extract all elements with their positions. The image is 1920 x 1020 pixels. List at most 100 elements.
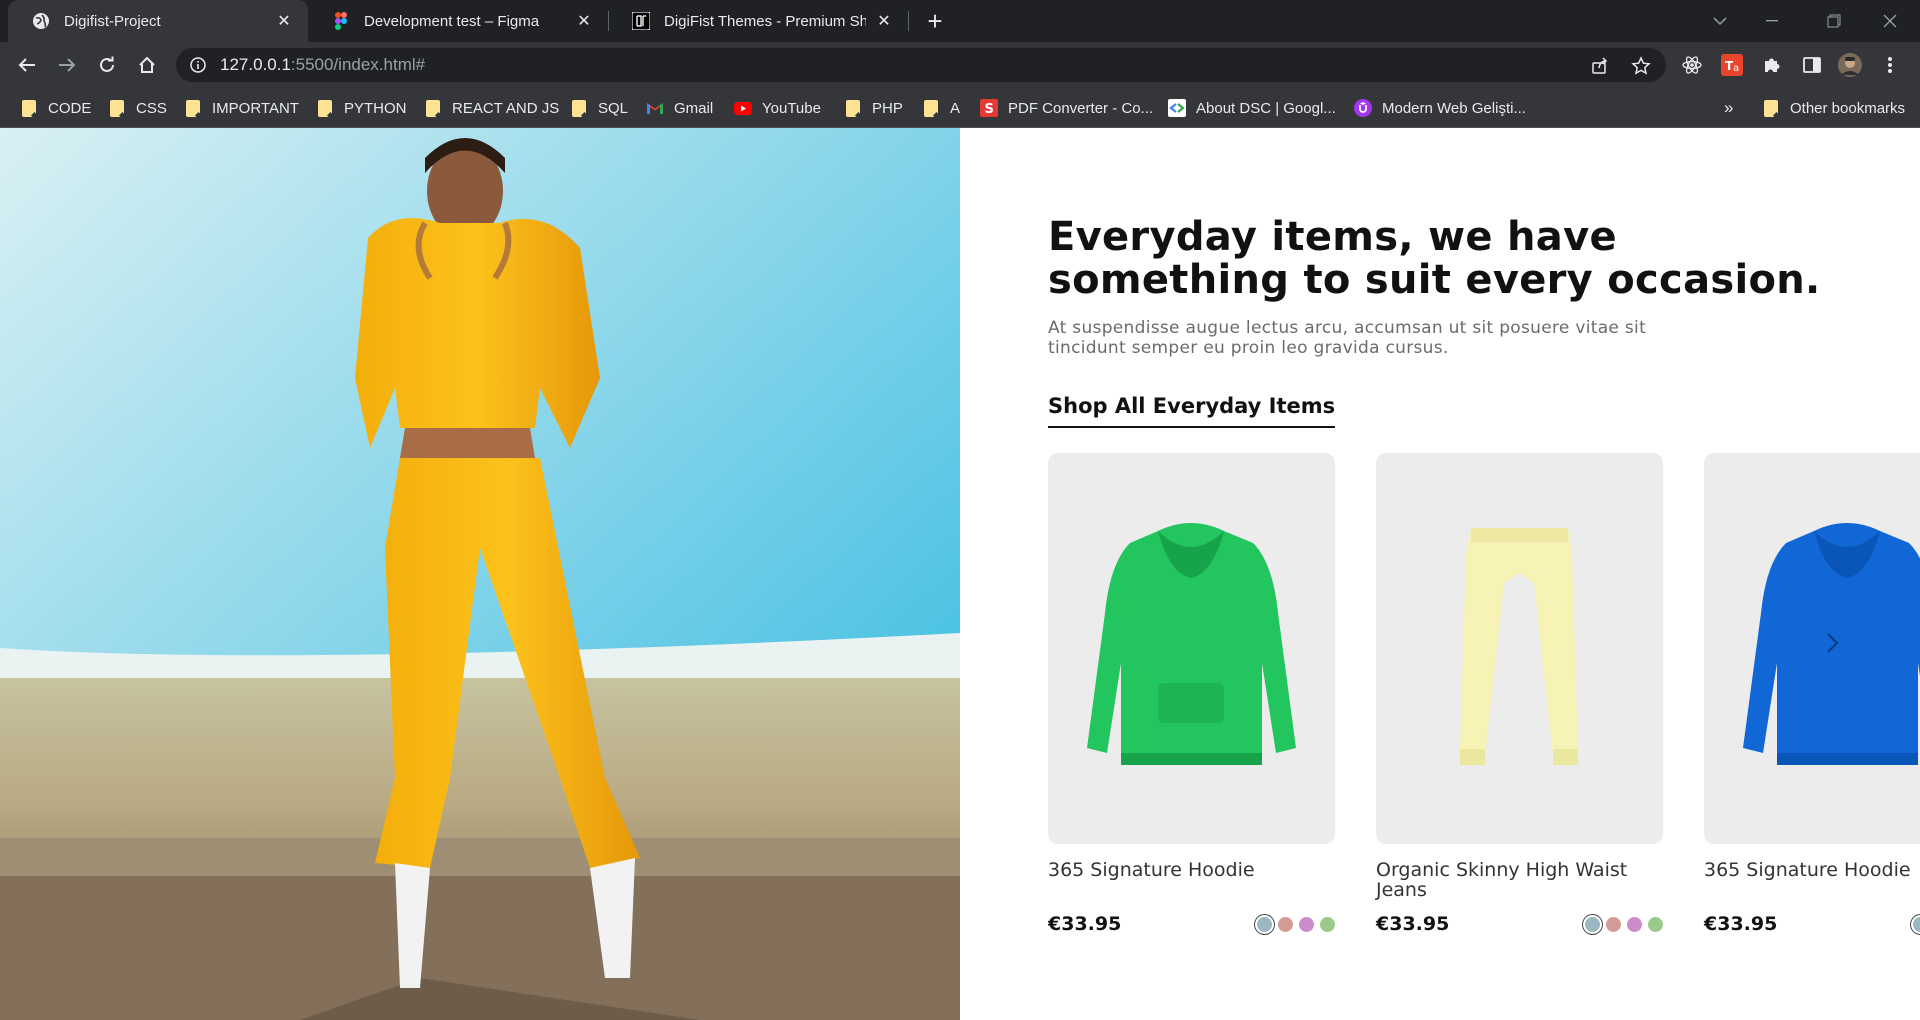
carousel-next-button[interactable] (1808, 618, 1858, 668)
svg-text:S: S (985, 102, 994, 117)
figma-icon (332, 12, 350, 30)
tab-title: Digifist-Project (64, 12, 161, 30)
bookmark-php[interactable]: PHP (844, 88, 903, 128)
section-headline: Everyday items, we have something to sui… (1048, 216, 1920, 302)
reload-icon (100, 56, 114, 72)
overflow-label: » (1724, 98, 1734, 117)
bookmark-youtube[interactable]: YouTube (734, 88, 821, 128)
product-price: €33.95 (1048, 913, 1122, 935)
product-image[interactable] (1376, 453, 1663, 844)
close-icon (1883, 14, 1897, 28)
bookmark-css[interactable]: CSS (108, 88, 167, 128)
minimize-icon (1766, 20, 1778, 22)
page-viewport: Everyday items, we have something to sui… (0, 128, 1920, 1020)
new-tab-button[interactable]: + (920, 6, 950, 36)
color-swatch[interactable] (1585, 917, 1600, 932)
bookmark-label: CSS (136, 99, 167, 117)
udemy-icon (1354, 99, 1372, 117)
hero-image (0, 128, 960, 1020)
color-swatch[interactable] (1648, 917, 1663, 932)
color-swatch[interactable] (1320, 917, 1335, 932)
react-devtools-icon[interactable] (1680, 53, 1704, 77)
tab-separator (908, 11, 909, 31)
close-icon[interactable]: ✕ (574, 11, 594, 31)
product-name[interactable]: Organic Skinny High Waist Jeans (1376, 860, 1663, 900)
forward-button[interactable] (52, 50, 82, 80)
bookmark-code[interactable]: CODE (20, 88, 91, 128)
product-name[interactable]: 365 Signature Hoodie (1048, 860, 1335, 880)
bookmark-gmail[interactable]: Gmail (646, 88, 713, 128)
reload-button[interactable] (92, 50, 122, 80)
product-card[interactable]: 365 Signature Hoodie €33.95 (1048, 453, 1335, 935)
color-swatches (1257, 917, 1335, 932)
bookmark-important[interactable]: IMPORTANT (184, 88, 299, 128)
star-icon[interactable] (1630, 55, 1652, 77)
bookmark-react-and-js[interactable]: REACT AND JS (424, 88, 559, 128)
bookmark-label: Modern Web Gelişti... (1382, 99, 1526, 117)
product-name-line: 365 Signature Hoodie (1048, 859, 1255, 881)
other-bookmarks[interactable]: Other bookmarks (1762, 88, 1905, 128)
yellow-pants-image (1460, 528, 1578, 765)
close-icon[interactable]: ✕ (874, 11, 894, 31)
folder-icon (316, 99, 334, 117)
color-swatch[interactable] (1606, 917, 1621, 932)
tab-figma[interactable]: Development test – Figma ✕ (308, 0, 608, 42)
color-swatches (1585, 917, 1663, 932)
address-bar[interactable]: 127.0.0.1:5500/index.html# (176, 48, 1666, 82)
back-button[interactable] (12, 50, 42, 80)
arrow-right-icon (59, 58, 76, 72)
bookmark-python[interactable]: PYTHON (316, 88, 407, 128)
bookmark-pdf-converter[interactable]: S PDF Converter - Co... (980, 88, 1153, 128)
close-icon[interactable]: ✕ (274, 11, 294, 31)
bookmarks-overflow-button[interactable]: » (1724, 88, 1733, 128)
bookmark-label: REACT AND JS (452, 99, 560, 117)
url-text: 127.0.0.1:5500/index.html# (220, 55, 425, 75)
bookmark-about-dsc[interactable]: About DSC | Googl... (1168, 88, 1336, 128)
folder-icon (844, 99, 862, 117)
color-swatch[interactable] (1278, 917, 1293, 932)
color-swatch[interactable] (1257, 917, 1272, 932)
arrow-left-icon (18, 58, 35, 72)
avatar[interactable] (1838, 53, 1862, 77)
color-swatch[interactable] (1627, 917, 1642, 932)
tab-digifist-project[interactable]: Digifist-Project ✕ (8, 0, 308, 42)
product-name-line: Organic Skinny High Waist (1376, 859, 1628, 881)
bookmark-label: YouTube (762, 99, 821, 117)
bookmark-a[interactable]: A (922, 88, 960, 128)
bookmark-label: A (950, 99, 961, 117)
info-icon[interactable] (188, 55, 208, 75)
bookmark-label: Other bookmarks (1790, 99, 1906, 117)
more-menu-icon[interactable] (1878, 53, 1902, 77)
tab-title: Development test – Figma (364, 12, 540, 30)
gmail-icon (646, 99, 664, 117)
translate-extension-icon[interactable]: Ta (1720, 53, 1744, 77)
color-swatch[interactable] (1299, 917, 1314, 932)
share-icon[interactable] (1589, 55, 1611, 77)
headline-line: something to suit every occasion. (1048, 257, 1821, 303)
puzzle-icon[interactable] (1760, 53, 1784, 77)
tab-title: DigiFist Themes - Premium Shop (664, 12, 866, 30)
shop-all-link[interactable]: Shop All Everyday Items (1048, 394, 1336, 428)
bookmark-label: CODE (48, 99, 92, 117)
bookmark-label: SQL (598, 99, 629, 117)
product-name-line: 365 Signature Hoodie (1704, 859, 1911, 881)
tab-search-button[interactable] (1698, 0, 1742, 42)
bookmark-label: PDF Converter - Co... (1008, 99, 1154, 117)
bookmark-modern-web[interactable]: Modern Web Gelişti... (1354, 88, 1526, 128)
window-close-button[interactable] (1868, 0, 1912, 42)
bookmark-label: PHP (872, 99, 903, 117)
product-name[interactable]: 365 Signature Hoodie (1704, 860, 1920, 880)
tab-digifist-themes[interactable]: DigiFist Themes - Premium Shop ✕ (608, 0, 908, 42)
bookmarks-bar: CODE CSS IMPORTANT PYTHON REACT AND JS S… (0, 88, 1920, 128)
bookmark-sql[interactable]: SQL (570, 88, 628, 128)
section-subtitle: At suspendisse augue lectus arcu, accums… (1048, 318, 1748, 358)
product-card[interactable]: Organic Skinny High Waist Jeans €33.95 (1376, 453, 1663, 935)
restore-button[interactable] (1812, 0, 1856, 42)
color-swatch[interactable] (1913, 917, 1920, 932)
minimize-button[interactable] (1750, 0, 1794, 42)
side-panel-icon[interactable] (1800, 53, 1824, 77)
folder-icon (570, 99, 588, 117)
youtube-icon (734, 99, 752, 117)
home-button[interactable] (132, 50, 162, 80)
product-image[interactable] (1048, 453, 1335, 844)
